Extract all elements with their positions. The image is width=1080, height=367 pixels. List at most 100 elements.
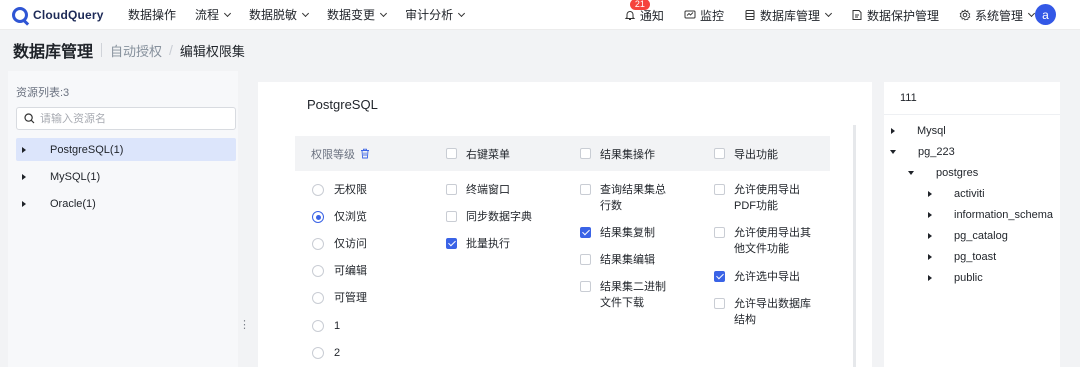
nav-data-masking[interactable]: 数据脱敏 [249,6,310,23]
checkbox[interactable] [714,298,725,309]
caret-down-icon[interactable] [908,171,914,175]
checkbox[interactable] [714,271,725,282]
level-option-access[interactable]: 仅访问 [312,236,367,252]
nav-notifications[interactable]: 21 通知 [624,0,664,24]
option-export-pdf[interactable]: 允许使用导出PDF功能 [714,182,814,214]
tree-node-pg-catalog[interactable]: pg_catalog [928,228,1008,244]
radio[interactable] [312,265,324,277]
nav-label: 数据脱敏 [249,8,298,22]
option-sync-dictionary[interactable]: 同步数据字典 [446,209,532,225]
nav-data-change[interactable]: 数据变更 [327,6,388,23]
chevron-down-icon [380,9,388,17]
permissions-scrollbar[interactable] [853,125,856,367]
level-option-none[interactable]: 无权限 [312,182,367,198]
option-export-other[interactable]: 允许使用导出其他文件功能 [714,225,814,257]
caret-right-icon[interactable] [928,191,932,197]
nav-monitor[interactable]: 监控 [684,7,724,24]
nav-label: 系统管理 [974,8,1023,23]
header-resultset-label: 结果集操作 [600,148,655,161]
option-export-structure[interactable]: 允许导出数据库结构 [714,296,814,328]
radio[interactable] [312,238,324,250]
option-export-selected[interactable]: 允许选中导出 [714,269,800,285]
radio[interactable] [312,184,324,196]
option-resultset-copy[interactable]: 结果集复制 [580,225,655,241]
user-avatar[interactable]: a [1035,4,1056,25]
tree-node-activiti[interactable]: activiti [928,186,985,202]
nav-data-operation[interactable]: 数据操作 [128,6,176,23]
level-option-manage[interactable]: 可管理 [312,290,367,306]
nav-label: 监控 [699,8,724,23]
top-navbar: CloudQuery 数据操作 流程 数据脱敏 数据变更 审计分析 21 通知 … [0,0,1080,30]
radio[interactable] [312,347,324,359]
app-logo[interactable]: CloudQuery [12,6,122,23]
tree-node-label: information_schema [954,209,1054,221]
tree-node-postgres[interactable]: postgres [908,165,978,181]
option-label: 允许导出数据库结构 [734,298,811,326]
resource-search-input[interactable] [40,112,220,125]
nav-database-management[interactable]: 数据库管理 [744,7,833,24]
export-all-checkbox[interactable] [714,148,725,159]
resource-item-mysql[interactable]: MySQL(1) [16,165,236,188]
tree-node-pg223[interactable]: pg_223 [890,144,955,160]
caret-right-icon[interactable] [22,146,26,153]
radio[interactable] [312,292,324,304]
tree-node-label: pg_toast [954,251,997,263]
level-option-browse[interactable]: 仅浏览 [312,209,367,225]
tree-node-label: pg_catalog [954,230,1008,242]
resource-item-postgresql[interactable]: PostgreSQL(1) [16,138,236,161]
resource-item-oracle[interactable]: Oracle(1) [16,192,236,215]
header-context-menu-label: 右键菜单 [466,148,510,161]
nav-system-management[interactable]: 系统管理 [959,7,1036,24]
database-icon [745,10,755,20]
tree-node-public[interactable]: public [928,270,983,286]
checkbox[interactable] [714,227,725,238]
resultset-all-checkbox[interactable] [580,148,591,159]
breadcrumb-link-auto-authorization[interactable]: 自动授权 [110,41,162,60]
option-binary-download[interactable]: 结果集二进制文件下载 [580,279,672,311]
caret-right-icon[interactable] [891,128,895,134]
nav-label: 数据保护管理 [866,8,939,23]
permissions-grid: 权限等级 右键菜单 结果集操作 导出功能 无权限 仅浏览 仅访问 可编辑 可管理… [295,136,830,359]
header-resultset[interactable]: 结果集操作 [580,136,655,171]
option-label: 同步数据字典 [466,211,532,223]
caret-right-icon[interactable] [22,200,26,207]
level-option-edit[interactable]: 可编辑 [312,263,367,279]
caret-right-icon[interactable] [928,254,932,260]
checkbox[interactable] [580,254,591,265]
caret-right-icon[interactable] [928,212,932,218]
nav-data-protection[interactable]: 数据保护管理 [851,7,939,24]
checkbox[interactable] [446,238,457,249]
checkbox[interactable] [580,227,591,238]
nav-audit[interactable]: 审计分析 [405,6,466,23]
caret-right-icon[interactable] [928,233,932,239]
option-resultset-edit[interactable]: 结果集编辑 [580,252,655,268]
level-label: 仅浏览 [334,211,367,223]
level-option-1[interactable]: 1 [312,318,340,334]
object-tree-panel: 111 Mysql pg_223 postgres activiti infor… [884,82,1060,367]
header-export[interactable]: 导出功能 [714,136,778,171]
level-option-2[interactable]: 2 [312,345,340,361]
cloudquery-logo-icon [12,6,28,23]
option-label: 结果集编辑 [600,254,655,266]
tree-node-mysql[interactable]: Mysql [891,123,946,139]
radio[interactable] [312,211,324,223]
caret-right-icon[interactable] [22,173,26,180]
tree-node-information-schema[interactable]: information_schema [928,207,1053,223]
drag-handle-icon[interactable]: ⋮⋮ [239,320,260,331]
checkbox[interactable] [446,211,457,222]
checkbox[interactable] [580,281,591,292]
option-batch-execute[interactable]: 批量执行 [446,236,510,252]
checkbox[interactable] [714,184,725,195]
trash-icon[interactable] [360,148,370,159]
context-menu-all-checkbox[interactable] [446,148,457,159]
option-total-rows[interactable]: 查询结果集总行数 [580,182,672,214]
nav-workflow[interactable]: 流程 [195,6,232,23]
checkbox[interactable] [580,184,591,195]
option-terminal-window[interactable]: 终端窗口 [446,182,510,198]
header-context-menu[interactable]: 右键菜单 [446,136,510,171]
caret-down-icon[interactable] [890,150,896,154]
caret-right-icon[interactable] [928,275,932,281]
checkbox[interactable] [446,184,457,195]
tree-node-pg-toast[interactable]: pg_toast [928,249,996,265]
radio[interactable] [312,320,324,332]
